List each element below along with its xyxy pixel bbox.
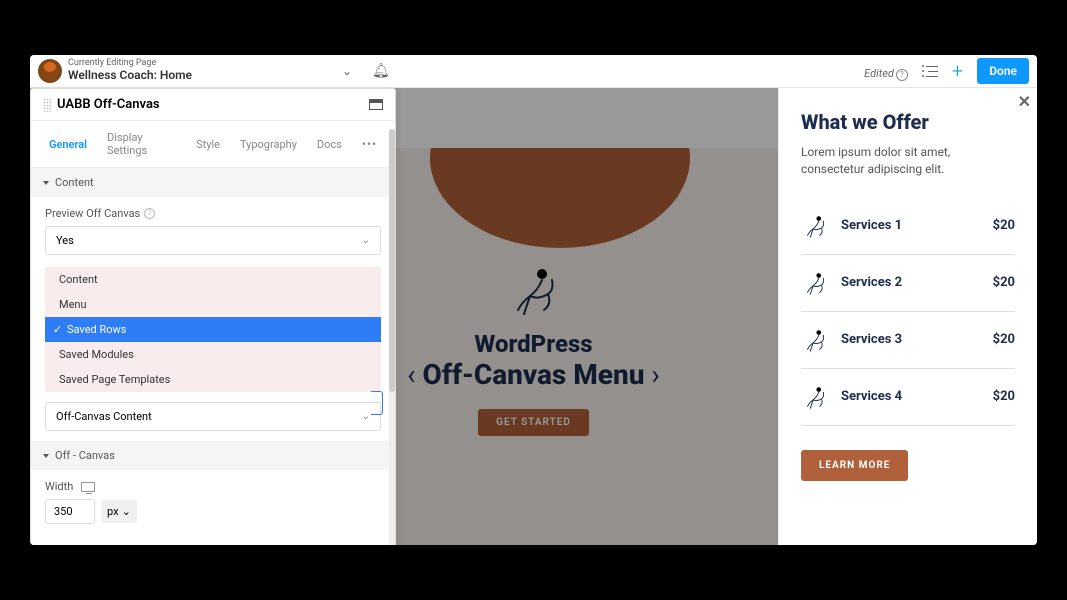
panel-title: UABB Off-Canvas	[57, 97, 369, 112]
panel-tabs: General Display Settings Style Typograph…	[31, 121, 395, 168]
width-unit-select[interactable]: px⌄	[101, 500, 137, 523]
service-row[interactable]: Services 3 $20	[801, 312, 1015, 369]
yoga-pose-icon	[801, 383, 829, 411]
section-offcanvas-header[interactable]: Off - Canvas	[31, 441, 395, 470]
page-title: Wellness Coach: Home	[68, 69, 192, 82]
tab-typography[interactable]: Typography	[230, 128, 307, 161]
service-name: Services 2	[841, 275, 981, 290]
top-bar-right: Edited? + Done	[864, 58, 1029, 84]
add-content-icon[interactable]: +	[952, 59, 963, 83]
hero-heading-2: ‹ Off-Canvas Menu ›	[407, 358, 660, 391]
tab-display-settings[interactable]: Display Settings	[97, 121, 186, 167]
dropdown-option[interactable]: Menu	[45, 292, 381, 317]
service-row[interactable]: Services 1 $20	[801, 198, 1015, 255]
chevron-down-icon: ⌄	[362, 235, 370, 246]
service-row[interactable]: Services 4 $20	[801, 369, 1015, 426]
drag-grip-icon[interactable]	[43, 98, 51, 112]
dropdown-option[interactable]: Content	[45, 267, 381, 292]
help-icon[interactable]: ?	[144, 208, 155, 219]
hero-heading-1: WordPress	[474, 330, 592, 358]
preview-select[interactable]: Yes⌄	[45, 226, 381, 255]
content-type-field: ContentMenuSaved RowsSaved ModulesSaved …	[31, 267, 395, 402]
offcanvas-content-select[interactable]: Off-Canvas Content⌄	[45, 402, 381, 431]
close-icon[interactable]: ✕	[1018, 92, 1031, 111]
sidebar-title: What we Offer	[801, 110, 1015, 134]
responsive-icon[interactable]	[81, 482, 95, 492]
notifications-bell-icon[interactable]: 🔔︎	[372, 63, 390, 79]
dropdown-option[interactable]: Saved Rows	[45, 317, 381, 342]
yoga-pose-icon	[801, 326, 829, 354]
service-price: $20	[993, 389, 1015, 404]
service-name: Services 3	[841, 332, 981, 347]
tab-general[interactable]: General	[39, 128, 97, 161]
help-icon[interactable]: ?	[896, 69, 908, 81]
width-label: Width	[45, 480, 381, 493]
dropdown-option[interactable]: Saved Modules	[45, 342, 381, 367]
yoga-pose-icon	[801, 212, 829, 240]
tab-docs[interactable]: Docs	[307, 128, 352, 161]
edited-status: Edited?	[864, 62, 908, 81]
page-info[interactable]: Currently Editing Page Wellness Coach: H…	[68, 59, 192, 82]
app-frame: Currently Editing Page Wellness Coach: H…	[30, 55, 1037, 545]
service-price: $20	[993, 275, 1015, 290]
yoga-pose-icon	[801, 269, 829, 297]
dropdown-option[interactable]: Saved Page Templates	[45, 367, 381, 392]
service-name: Services 4	[841, 389, 981, 404]
page-dropdown-chevron-icon[interactable]: ⌄	[342, 64, 352, 78]
panel-scrollbar[interactable]	[389, 129, 395, 545]
width-input[interactable]	[45, 499, 95, 524]
position-field: Position	[31, 534, 395, 545]
service-name: Services 1	[841, 218, 981, 233]
chevron-down-icon: ⌄	[122, 505, 131, 518]
chevron-down-icon: ⌄	[362, 411, 370, 422]
sidebar-description: Lorem ipsum dolor sit amet, consectetur …	[801, 144, 1015, 178]
section-content-header[interactable]: Content	[31, 168, 395, 197]
outline-panel-icon[interactable]	[922, 64, 938, 78]
select-outline-fragment	[371, 391, 383, 415]
service-price: $20	[993, 218, 1015, 233]
window-resize-icon[interactable]	[369, 99, 383, 110]
top-bar: Currently Editing Page Wellness Coach: H…	[30, 55, 1037, 88]
preview-label: Preview Off Canvas?	[45, 207, 381, 220]
offcanvas-sidebar: ✕ What we Offer Lorem ipsum dolor sit am…	[778, 88, 1037, 545]
tab-more-icon[interactable]: •••	[352, 137, 387, 151]
position-label: Position	[45, 544, 381, 545]
service-price: $20	[993, 332, 1015, 347]
yoga-pose-icon	[504, 260, 564, 320]
panel-header[interactable]: UABB Off-Canvas	[31, 89, 395, 121]
get-started-button[interactable]: GET STARTED	[478, 409, 589, 436]
beaver-logo-icon	[38, 59, 62, 83]
width-field: Width px⌄	[31, 470, 395, 534]
learn-more-button[interactable]: LEARN MORE	[801, 450, 908, 481]
tab-style[interactable]: Style	[186, 128, 230, 161]
settings-panel: UABB Off-Canvas General Display Settings…	[30, 88, 396, 545]
content-type-dropdown: ContentMenuSaved RowsSaved ModulesSaved …	[45, 267, 381, 392]
preview-field: Preview Off Canvas? Yes⌄	[31, 197, 395, 265]
services-list: Services 1$20Services 2$20Services 3$20S…	[801, 198, 1015, 426]
content-select-field: Off-Canvas Content⌄	[31, 402, 395, 441]
done-button[interactable]: Done	[977, 58, 1029, 84]
hero-blob-shape	[430, 148, 690, 248]
service-row[interactable]: Services 2 $20	[801, 255, 1015, 312]
